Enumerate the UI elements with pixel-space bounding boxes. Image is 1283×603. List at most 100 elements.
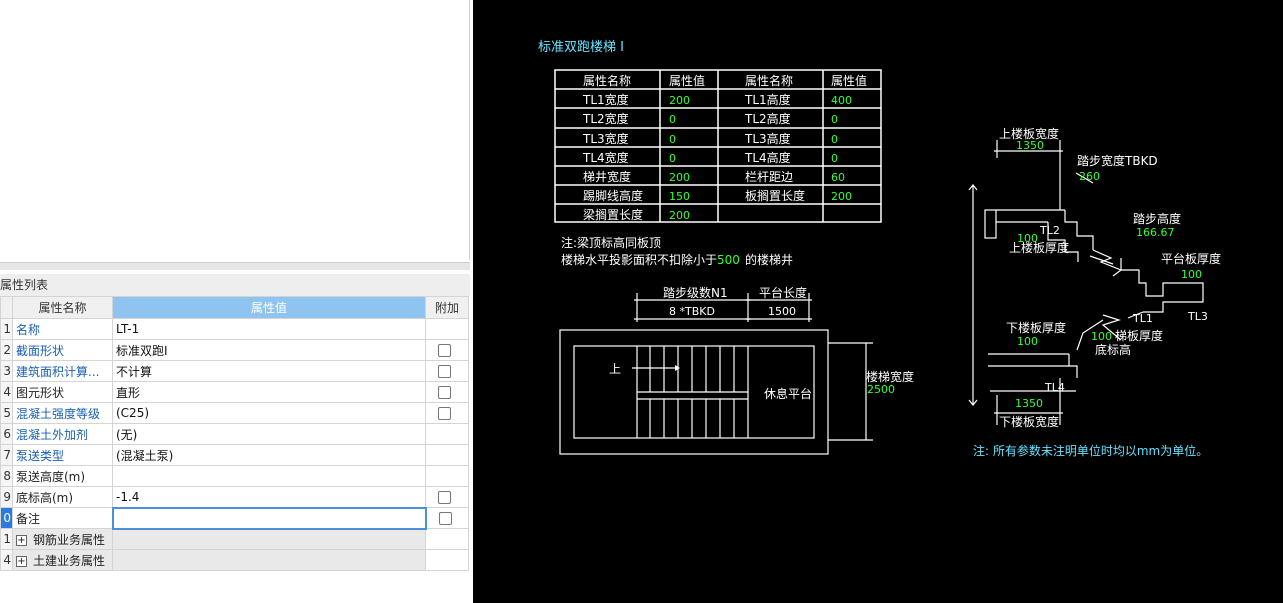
row-index: 2 bbox=[0, 339, 13, 361]
extra-cell bbox=[425, 339, 469, 361]
extra-checkbox[interactable] bbox=[438, 386, 451, 399]
sect-stair-thk-label: 梯板厚度 bbox=[1115, 328, 1163, 343]
param-name: 板搁置长度 bbox=[745, 188, 805, 203]
property-row[interactable]: 9 底标高(m) -1.4 bbox=[0, 486, 469, 508]
properties-pane: 属性列表 属性名称 属性值 附加 1 名称 LT-1 2 截面形状 标准双跑I 3 建筑面积计… bbox=[0, 0, 473, 603]
sect-tl1: TL1 bbox=[1132, 312, 1153, 325]
plan-view bbox=[559, 293, 873, 455]
property-group-row[interactable]: 4 + 土建业务属性 bbox=[0, 549, 469, 571]
sect-platform-thk-label: 平台板厚度 bbox=[1161, 251, 1221, 266]
param-value: 200 bbox=[669, 209, 690, 222]
property-value[interactable] bbox=[111, 506, 427, 530]
group-label: 钢筋业务属性 bbox=[33, 532, 106, 547]
plan-platform-label: 平台长度 bbox=[759, 285, 807, 300]
note-beam-top: 注:梁顶标高同板顶 bbox=[561, 235, 661, 250]
property-name: 混凝土强度等级 bbox=[12, 402, 113, 424]
sect-stair-thk-value: 100 bbox=[1091, 330, 1112, 343]
plan-steps-label: 踏步级数N1 bbox=[663, 285, 728, 300]
unit-note: 注: 所有参数未注明单位时均以mm为单位。 bbox=[973, 443, 1208, 458]
plan-up-label: 上 bbox=[609, 362, 621, 376]
index-header bbox=[0, 296, 13, 319]
row-index: 5 bbox=[0, 402, 13, 424]
param-value: 0 bbox=[831, 113, 838, 126]
cad-drawing-canvas: 标准双跑楼梯 I 属性名称 属性值 属性名称 属性值 TL1宽度 200 TL1高度 400 T… bbox=[473, 0, 1283, 603]
property-name: 混凝土外加剂 bbox=[12, 423, 113, 445]
row-index: 1 bbox=[0, 318, 13, 340]
extra-cell bbox=[425, 507, 469, 529]
extra-cell bbox=[425, 402, 469, 424]
property-value[interactable] bbox=[112, 465, 426, 487]
value-column-header[interactable]: 属性值 bbox=[112, 296, 426, 319]
param-name: TL2高度 bbox=[744, 111, 791, 126]
row-index: 7 bbox=[0, 444, 13, 466]
properties-panel-title: 属性列表 bbox=[0, 274, 470, 296]
param-name: 栏杆距边 bbox=[745, 169, 793, 184]
param-value: 200 bbox=[831, 190, 852, 203]
row-index: 1 bbox=[0, 528, 13, 550]
expand-plus-icon[interactable]: + bbox=[16, 534, 27, 546]
extra-cell bbox=[425, 465, 469, 487]
property-value[interactable]: 标准双跑I bbox=[112, 339, 426, 361]
extra-cell bbox=[425, 381, 469, 403]
row-index: 4 bbox=[0, 549, 13, 571]
property-value[interactable]: -1.4 bbox=[112, 486, 426, 508]
property-name: 泵送类型 bbox=[12, 444, 113, 466]
property-value[interactable]: (混凝土泵) bbox=[112, 444, 426, 466]
param-header: 属性值 bbox=[669, 73, 705, 88]
param-name: TL4宽度 bbox=[582, 150, 629, 165]
property-value[interactable]: (无) bbox=[112, 423, 426, 445]
property-value[interactable]: LT-1 bbox=[112, 318, 426, 340]
sect-tl2: TL2 bbox=[1039, 224, 1060, 237]
extra-column-header[interactable]: 附加 bbox=[425, 296, 469, 319]
property-row[interactable]: 5 混凝土强度等级 (C25) bbox=[0, 402, 469, 424]
stair-drawing: 标准双跑楼梯 I 属性名称 属性值 属性名称 属性值 TL1宽度 200 TL1高度 400 T… bbox=[538, 40, 1221, 458]
param-value: 400 bbox=[831, 94, 852, 107]
property-row[interactable]: 2 截面形状 标准双跑I bbox=[0, 339, 469, 361]
extra-cell bbox=[425, 318, 469, 340]
property-row[interactable]: 8 泵送高度(m) bbox=[0, 465, 469, 487]
sect-platform-thk-value: 100 bbox=[1181, 268, 1202, 281]
row-index: 0 bbox=[0, 507, 13, 529]
sect-tread-width-label: 踏步宽度TBKD bbox=[1077, 153, 1158, 168]
name-column-header[interactable]: 属性名称 bbox=[12, 296, 113, 319]
property-value[interactable]: 不计算 bbox=[112, 360, 426, 382]
sect-bottom-slab-thk-value: 100 bbox=[1017, 335, 1038, 348]
sect-bottom-slab-width-label: 下楼板宽度 bbox=[999, 414, 1059, 429]
property-row[interactable]: 0 备注 bbox=[0, 506, 469, 530]
group-extra-cell bbox=[425, 528, 469, 550]
property-row[interactable]: 7 泵送类型 (混凝土泵) bbox=[0, 444, 469, 466]
property-name: 泵送高度(m) bbox=[12, 465, 113, 487]
property-value[interactable]: (C25) bbox=[112, 402, 426, 424]
property-group-row[interactable]: 1 + 钢筋业务属性 bbox=[0, 528, 469, 550]
row-index: 3 bbox=[0, 360, 13, 382]
extra-checkbox[interactable] bbox=[438, 512, 452, 525]
row-index: 9 bbox=[0, 486, 13, 508]
property-row[interactable]: 1 名称 LT-1 bbox=[0, 318, 469, 340]
pane-splitter[interactable] bbox=[0, 262, 470, 270]
property-value[interactable]: 直形 bbox=[112, 381, 426, 403]
property-row[interactable]: 3 建筑面积计算... 不计算 bbox=[0, 360, 469, 382]
sect-tread-height-label: 踏步高度 bbox=[1133, 211, 1181, 226]
param-name: 梁搁置长度 bbox=[583, 207, 643, 222]
property-row[interactable]: 4 图元形状 直形 bbox=[0, 381, 469, 403]
note-area-suffix: 的楼梯井 bbox=[745, 252, 793, 267]
extra-checkbox[interactable] bbox=[438, 344, 451, 357]
extra-cell bbox=[425, 444, 469, 466]
param-name: TL2宽度 bbox=[582, 111, 629, 126]
extra-checkbox[interactable] bbox=[438, 491, 451, 504]
property-row[interactable]: 6 混凝土外加剂 (无) bbox=[0, 423, 469, 445]
property-name: 图元形状 bbox=[12, 381, 113, 403]
sect-top-slab-width-value: 1350 bbox=[1016, 139, 1044, 152]
param-name: TL3宽度 bbox=[582, 131, 629, 146]
note-area-prefix: 楼梯水平投影面积不扣除小于 bbox=[561, 252, 717, 267]
expand-plus-icon[interactable]: + bbox=[16, 555, 27, 567]
param-value: 200 bbox=[669, 94, 690, 107]
param-header: 属性名称 bbox=[583, 73, 631, 88]
param-value: 0 bbox=[831, 133, 838, 146]
group-extra-cell bbox=[425, 549, 469, 571]
extra-checkbox[interactable] bbox=[438, 365, 451, 378]
param-name: TL3高度 bbox=[744, 131, 791, 146]
extra-checkbox[interactable] bbox=[438, 407, 451, 420]
note-area-value: 500 bbox=[717, 253, 740, 267]
row-index: 6 bbox=[0, 423, 13, 445]
